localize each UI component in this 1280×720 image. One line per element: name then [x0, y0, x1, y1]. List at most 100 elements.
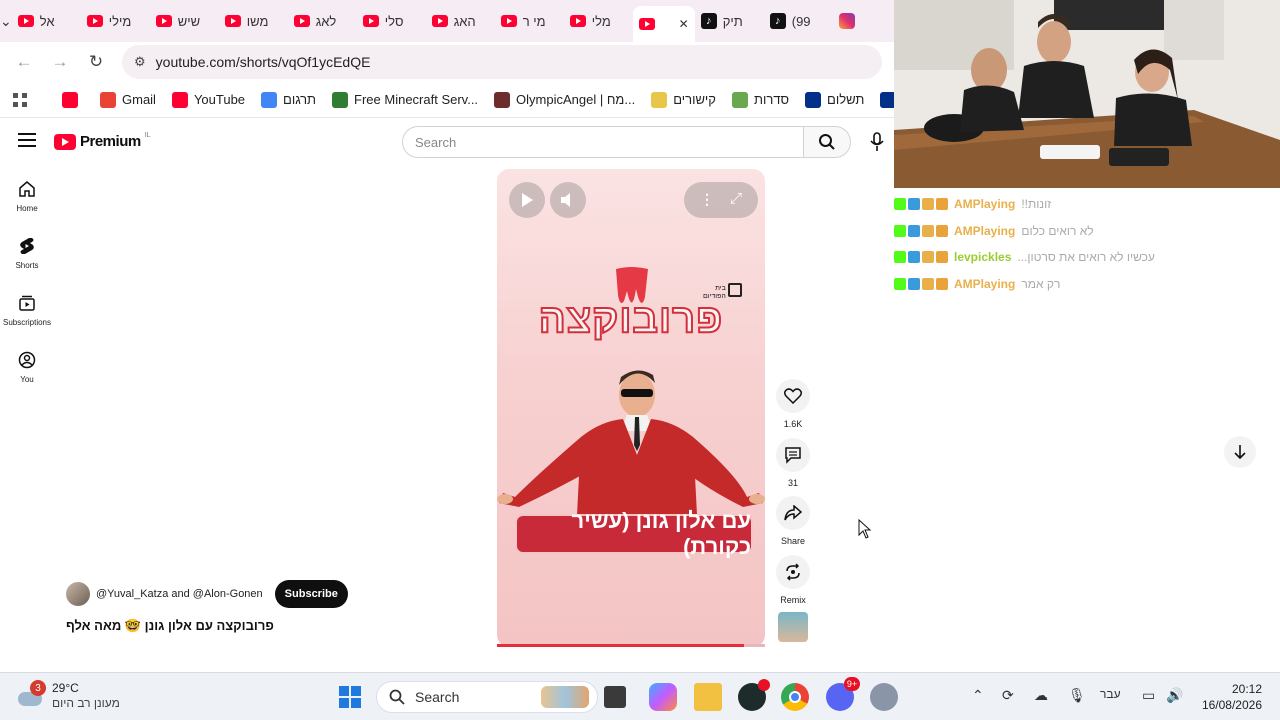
network-icon[interactable]: ▭ — [1142, 687, 1155, 704]
browser-tab[interactable]: ♪ 99) — [764, 5, 833, 37]
back-arrow-icon[interactable]: ← — [6, 44, 42, 80]
search-icon — [819, 134, 835, 150]
chrome-icon[interactable] — [781, 683, 809, 711]
chat-badge-icon — [894, 251, 906, 263]
site-settings-icon[interactable]: ⚙ — [134, 54, 146, 70]
channel-avatar[interactable] — [66, 582, 90, 606]
fullscreen-icon[interactable]: ⤢ — [730, 190, 742, 207]
bookmark-item[interactable]: OlympicAngel | מח... — [486, 91, 643, 108]
youtube-premium-logo[interactable]: Premium IL — [54, 132, 151, 150]
bookmark-item[interactable]: קישורים — [643, 91, 724, 108]
youtube-icon — [17, 15, 34, 27]
browser-tab[interactable]: משו — [219, 5, 288, 37]
browser-tab[interactable]: לאג — [288, 5, 357, 37]
temperature: 29°C — [52, 681, 79, 695]
rail-you[interactable]: You — [0, 351, 54, 384]
bookmark-item[interactable]: תשלום — [797, 91, 872, 108]
apps-grid-icon[interactable] — [0, 92, 36, 108]
windows-start-icon[interactable] — [336, 683, 364, 711]
discord-icon[interactable]: 9+ — [826, 677, 860, 711]
audio-thumbnail[interactable] — [778, 612, 808, 642]
bookmark-item[interactable]: Payl — [872, 91, 894, 108]
copilot-icon[interactable] — [649, 683, 677, 711]
browser-tab[interactable]: ♪ תיק — [695, 5, 764, 37]
microphone-tray-icon[interactable]: 🎙 — [1068, 687, 1086, 704]
bookmark-item[interactable]: Gmail — [92, 91, 164, 108]
browser-tab[interactable]: שיש — [150, 5, 219, 37]
browser-tab[interactable] — [833, 5, 902, 37]
task-view-icon[interactable] — [604, 686, 626, 708]
browser-tab[interactable]: מי ר — [495, 5, 564, 37]
file-explorer-icon[interactable] — [694, 683, 722, 711]
discord-badge: 9+ — [844, 677, 860, 691]
sync-icon[interactable]: ⟳ — [1002, 687, 1014, 704]
input-language[interactable]: עבר — [1100, 687, 1121, 701]
system-clock[interactable]: 20:12 16/08/2026 — [1196, 681, 1262, 713]
chat-badge-icon — [922, 225, 934, 237]
presenter-figure — [497, 370, 765, 515]
search-input[interactable]: Search — [402, 126, 804, 158]
youtube-icon — [155, 15, 172, 27]
rail-subscriptions-label: Subscriptions — [2, 318, 52, 327]
tab-label: שיש — [177, 13, 201, 29]
tab-search-chevron-icon[interactable]: ⌄ — [0, 0, 12, 42]
close-tab-icon[interactable]: ✕ — [679, 17, 689, 31]
tab-label: האג — [453, 13, 476, 29]
bookmark-item[interactable]: תרגום — [253, 91, 324, 108]
cloud-off-icon[interactable]: ☁ — [1034, 687, 1048, 704]
settings-gear-icon[interactable] — [870, 683, 898, 711]
reload-icon[interactable]: ↻ — [78, 44, 114, 80]
browser-tab[interactable]: סלי — [357, 5, 426, 37]
chatgpt-app-icon[interactable] — [738, 679, 770, 711]
brand-home-icon — [727, 283, 742, 297]
youtube-icon — [431, 15, 448, 27]
weather-widget[interactable]: 3 29°C מעונן רב היום — [16, 680, 120, 711]
browser-tab[interactable]: האג — [426, 5, 495, 37]
bookmark-item[interactable]: Free Minecraft Serv... — [324, 91, 486, 108]
rail-home[interactable]: Home — [0, 180, 54, 213]
search-icon — [389, 689, 405, 705]
bookmark-item[interactable] — [54, 91, 92, 108]
remix-button[interactable]: Remix — [776, 555, 810, 605]
chat-text: רק אמר — [1021, 277, 1061, 291]
rail-shorts[interactable]: Shorts — [0, 237, 54, 270]
chevron-up-icon[interactable]: ⌃ — [972, 687, 984, 704]
play-button[interactable] — [509, 182, 545, 218]
chat-username: levpickles — [954, 250, 1012, 264]
scroll-down-button[interactable] — [1224, 436, 1256, 468]
weather-description: מעונן רב היום — [52, 696, 120, 710]
minecraft-icon — [332, 91, 349, 108]
microphone-icon[interactable] — [870, 132, 884, 157]
search-button[interactable] — [803, 126, 851, 158]
browser-tab[interactable]: מילי — [81, 5, 150, 37]
chat-message: levpickles עכשיו לא רואים את סרטון... — [894, 248, 1155, 266]
bookmark-label: YouTube — [193, 92, 246, 107]
comment-button[interactable]: 31 — [776, 438, 810, 488]
bookmark-item[interactable]: YouTube — [164, 91, 253, 108]
browser-tab[interactable]: אל — [12, 5, 81, 37]
hamburger-menu-icon[interactable] — [18, 132, 36, 153]
short-video-player[interactable]: ⋮ ⤢ בית הפודיום פרובוקצה עם אלון גונן (ע… — [497, 169, 765, 647]
share-button[interactable]: Share — [776, 496, 810, 546]
webcam-scene-graphic — [894, 0, 1280, 188]
taskbar-search[interactable]: Search — [376, 681, 598, 713]
video-progress-bar[interactable] — [497, 644, 765, 647]
forward-arrow-icon[interactable]: → — [42, 44, 78, 80]
more-options-icon[interactable]: ⋮ — [700, 191, 714, 208]
mouse-cursor-icon — [858, 519, 872, 539]
youtube-icon — [638, 18, 655, 30]
volume-button[interactable] — [550, 182, 586, 218]
avatar-icon — [494, 91, 511, 108]
address-bar[interactable]: ⚙ youtube.com/shorts/vqOf1ycEdQE — [122, 45, 882, 79]
browser-tab[interactable]: ✕ — [632, 6, 695, 42]
chat-badge-icon — [908, 198, 920, 210]
like-button[interactable]: 1.6K — [776, 379, 810, 429]
browser-tab[interactable]: מלי — [564, 5, 633, 37]
chat-message: AMPlaying רק אמר — [894, 275, 1060, 293]
subscribe-button[interactable]: Subscribe — [274, 580, 348, 608]
rail-subscriptions[interactable]: Subscriptions — [0, 294, 54, 327]
bookmark-item[interactable]: סדרות — [724, 91, 797, 108]
brand-line-1: בית — [715, 285, 726, 292]
channel-handles[interactable]: @Yuval_Katza and @Alon-Gonen — [96, 588, 263, 600]
volume-tray-icon[interactable]: 🔊 — [1166, 687, 1183, 704]
